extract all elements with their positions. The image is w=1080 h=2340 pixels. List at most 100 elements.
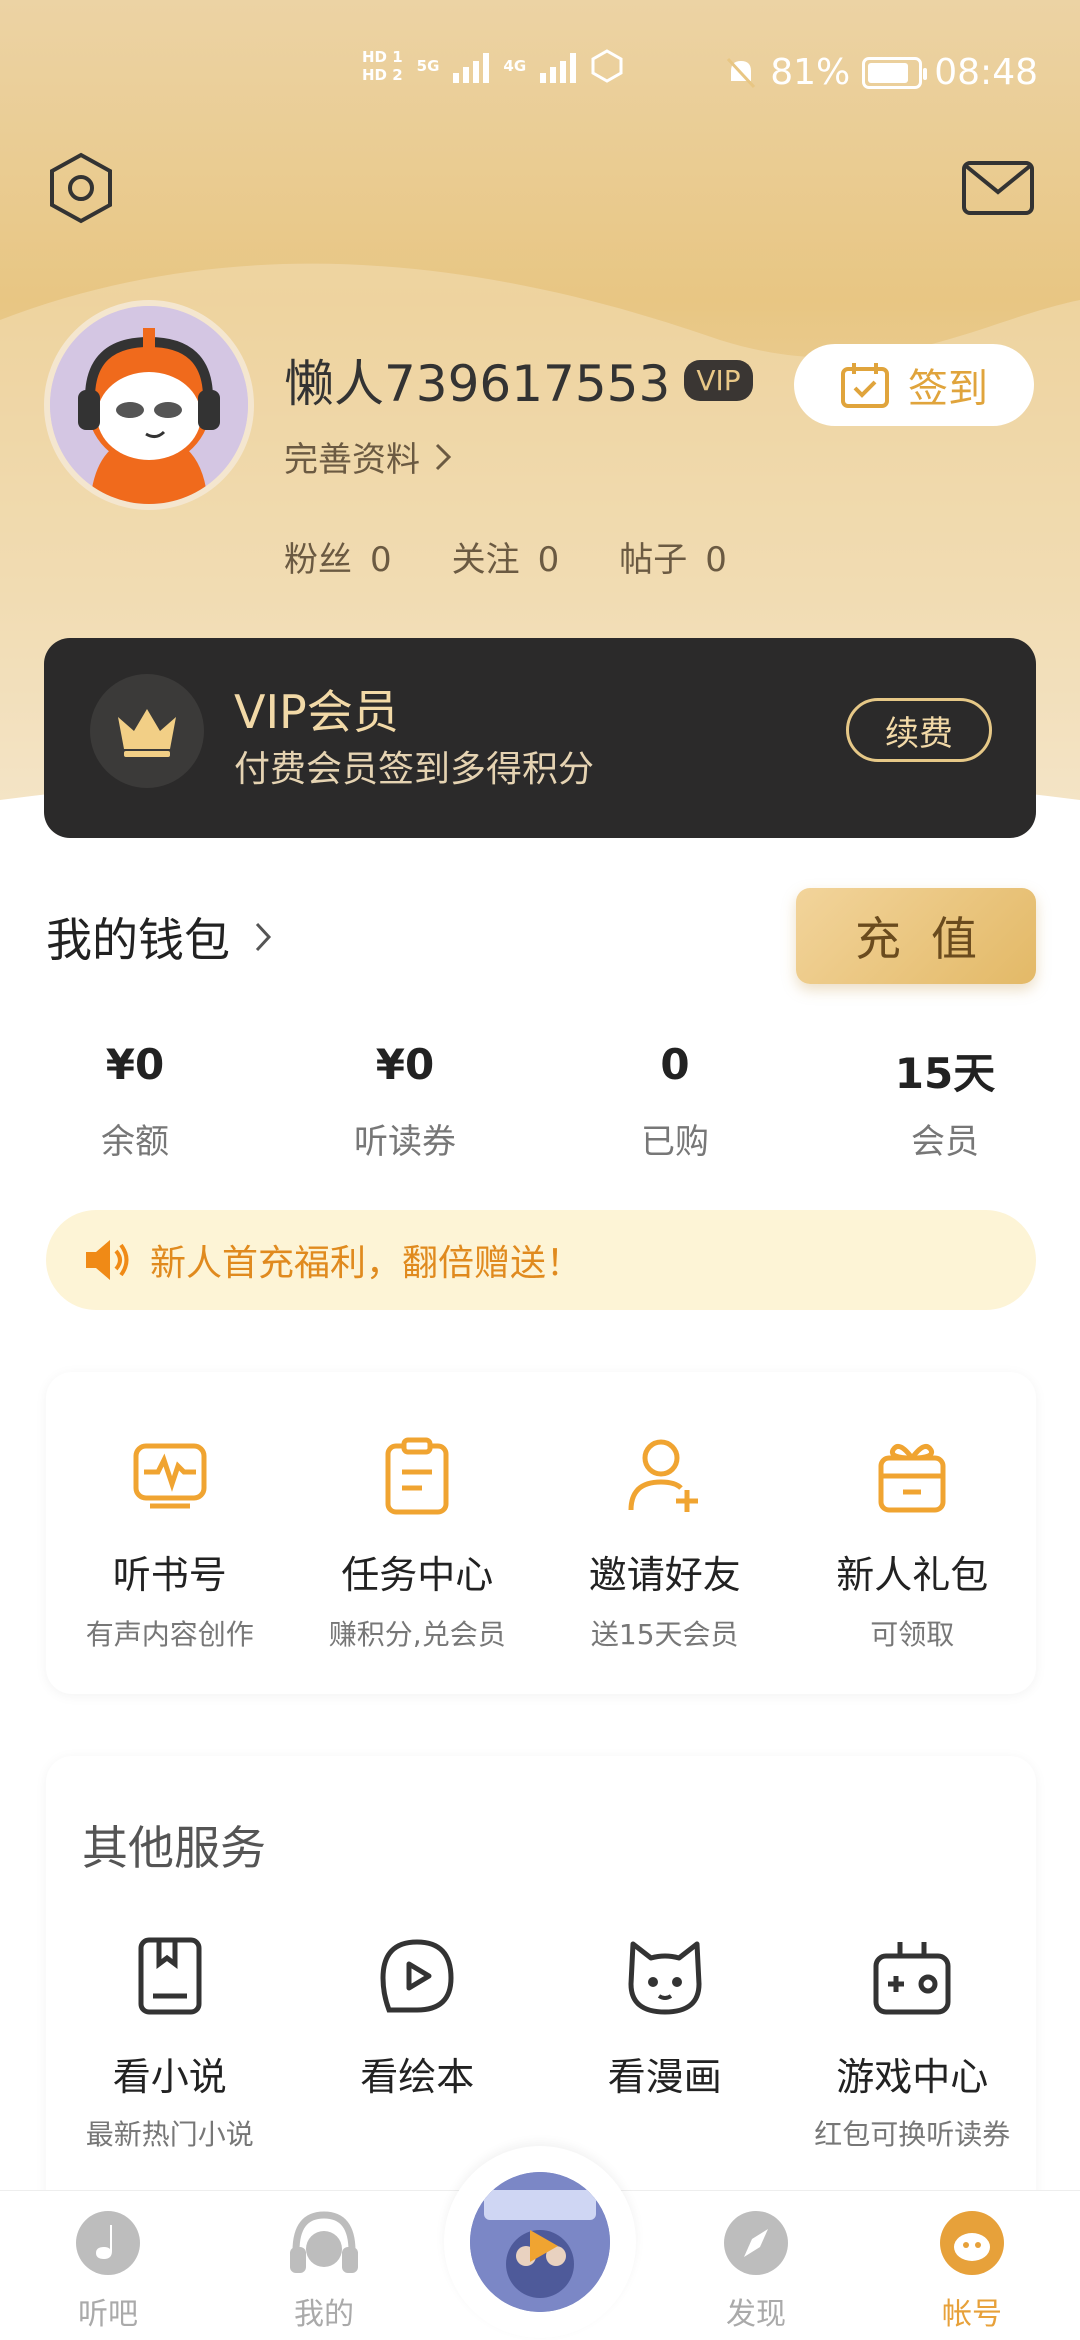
wallet-stats: ¥0 余额 ¥0 听读券 0 已购 15天 会员 xyxy=(0,1040,1080,1163)
gamepad-icon xyxy=(873,1942,951,2015)
stat-following-label: 关注 xyxy=(451,540,520,580)
tab-discover-label: 发现 xyxy=(726,2297,786,2332)
wallet-title: 我的钱包 xyxy=(46,913,230,967)
tab-listen[interactable]: 听吧 xyxy=(0,2191,216,2340)
book-icon xyxy=(138,1937,202,2015)
calendar-check-icon xyxy=(841,363,889,408)
feature-invite-sub: 送15天会员 xyxy=(590,1618,739,1651)
wallet-balance-label: 余额 xyxy=(101,1122,169,1162)
checkin-button[interactable]: 签到 xyxy=(794,344,1034,426)
service-picture-books[interactable]: 看绘本 xyxy=(294,1926,542,2153)
feature-audio-account[interactable]: 听书号 有声内容创作 xyxy=(46,1372,294,1694)
feature-task-center[interactable]: 任务中心 赚积分,兑会员 xyxy=(294,1372,542,1694)
network-5g-label: 5G xyxy=(416,57,440,75)
stat-posts-label: 帖子 xyxy=(619,540,688,580)
wallet-vouchers-value: ¥0 xyxy=(375,1040,435,1089)
battery-icon xyxy=(862,56,928,89)
settings-hexagon-icon xyxy=(50,152,112,224)
vip-membership-card[interactable]: VIP会员 付费会员签到多得积分 续费 xyxy=(44,638,1036,838)
album-cover-image xyxy=(470,2172,610,2312)
service-novels-sub: 最新热门小说 xyxy=(85,2118,254,2151)
mail-icon xyxy=(962,161,1034,215)
avatar-character-icon xyxy=(50,306,248,504)
speaker-icon xyxy=(86,1240,129,1280)
stat-fans-value: 0 xyxy=(370,540,392,580)
stat-following[interactable]: 关注 0 xyxy=(452,532,560,581)
stat-fans[interactable]: 粉丝 0 xyxy=(284,532,392,581)
services-grid: 看小说 最新热门小说 看绘本 看漫画 游戏中心 红包可换听读券 xyxy=(46,1926,1036,2153)
wallet-balance-value: ¥0 xyxy=(105,1040,165,1089)
network-4g-label: 4G xyxy=(503,57,527,75)
tab-account[interactable]: 帐号 xyxy=(864,2191,1080,2340)
renew-button[interactable]: 续费 xyxy=(846,698,992,762)
feature-gift-title: 新人礼包 xyxy=(836,1553,989,1597)
now-playing-cover xyxy=(470,2172,610,2312)
vip-badge: VIP xyxy=(684,359,753,401)
recharge-button[interactable]: 充值 xyxy=(796,888,1036,984)
edit-profile-label: 完善资料 xyxy=(284,440,420,480)
wallet-balance[interactable]: ¥0 余额 xyxy=(0,1040,270,1163)
avatar[interactable] xyxy=(44,300,254,510)
edit-profile-link[interactable]: 完善资料 xyxy=(284,432,452,481)
tab-account-label: 帐号 xyxy=(942,2297,1002,2332)
checkin-label: 签到 xyxy=(908,366,988,412)
messages-button[interactable] xyxy=(960,158,1036,218)
chevron-right-icon xyxy=(255,922,272,952)
service-games-sub: 红包可换听读券 xyxy=(814,2118,1011,2151)
service-comics[interactable]: 看漫画 xyxy=(541,1926,789,2153)
status-bar: HD 1 HD 2 5G 4G 81% 08:48 xyxy=(0,48,1080,108)
tab-mine-label: 我的 xyxy=(294,2297,354,2332)
compass-icon xyxy=(724,2211,788,2275)
services-title: 其他服务 xyxy=(82,1821,266,1875)
play-bubble-icon xyxy=(380,1939,454,2013)
stat-following-value: 0 xyxy=(537,540,560,580)
signal-strength-icon xyxy=(453,49,490,83)
feature-invite-friends[interactable]: 邀请好友 送15天会员 xyxy=(541,1372,789,1694)
stat-fans-label: 粉丝 xyxy=(284,540,352,580)
feature-audio-title: 听书号 xyxy=(112,1553,227,1597)
hotspot-icon xyxy=(591,49,623,83)
wallet-header[interactable]: 我的钱包 xyxy=(46,904,272,970)
vip-title: VIP会员 xyxy=(234,685,399,739)
promo-banner[interactable]: 新人首充福利，翻倍赠送！ xyxy=(46,1210,1036,1310)
wallet-purchased-value: 0 xyxy=(660,1040,690,1089)
crown-icon-wrap xyxy=(90,674,204,788)
stat-posts-value: 0 xyxy=(705,540,727,580)
wallet-purchased[interactable]: 0 已购 xyxy=(540,1040,810,1163)
service-novels[interactable]: 看小说 最新热门小说 xyxy=(46,1926,294,2153)
account-face-icon xyxy=(940,2211,1004,2275)
wallet-purchased-label: 已购 xyxy=(641,1122,709,1162)
stat-posts[interactable]: 帖子 0 xyxy=(619,532,727,581)
tab-listen-label: 听吧 xyxy=(78,2297,138,2332)
service-comics-title: 看漫画 xyxy=(607,2055,722,2099)
service-novels-title: 看小说 xyxy=(112,2055,227,2099)
hd-indicator-icon: HD 1 HD 2 xyxy=(362,48,403,84)
settings-button[interactable] xyxy=(46,150,116,226)
feature-task-sub: 赚积分,兑会员 xyxy=(328,1618,506,1651)
vip-subtitle: 付费会员签到多得积分 xyxy=(234,749,595,790)
music-note-icon xyxy=(76,2211,140,2275)
service-game-center[interactable]: 游戏中心 红包可换听读券 xyxy=(789,1926,1037,2153)
promo-text: 新人首充福利，翻倍赠送！ xyxy=(150,1243,583,1284)
feature-newbie-gift[interactable]: 新人礼包 可领取 xyxy=(789,1372,1037,1694)
feature-task-title: 任务中心 xyxy=(341,1553,494,1597)
clock: 08:48 xyxy=(934,52,1038,93)
mute-bell-icon xyxy=(727,57,756,88)
chevron-right-icon xyxy=(435,443,452,470)
wallet-membership-label: 会员 xyxy=(911,1122,979,1162)
wallet-vouchers-label: 听读券 xyxy=(354,1122,456,1162)
signal-strength-2-icon xyxy=(540,49,577,83)
tab-mine[interactable]: 我的 xyxy=(216,2191,432,2340)
wallet-vouchers[interactable]: ¥0 听读券 xyxy=(270,1040,540,1163)
service-games-title: 游戏中心 xyxy=(836,2055,989,2099)
feature-invite-title: 邀请好友 xyxy=(588,1553,741,1597)
tab-discover[interactable]: 发现 xyxy=(648,2191,864,2340)
wallet-membership[interactable]: 15天 会员 xyxy=(810,1040,1080,1163)
audio-wave-icon xyxy=(133,1443,207,1509)
features-card: 听书号 有声内容创作 任务中心 赚积分,兑会员 邀请好友 送15天会员 新人礼包… xyxy=(46,1372,1036,1694)
headphones-icon xyxy=(290,2211,358,2273)
service-picture-books-title: 看绘本 xyxy=(360,2055,475,2099)
battery-percent: 81% xyxy=(770,52,851,93)
now-playing-button[interactable] xyxy=(444,2146,636,2338)
profile-stats: 粉丝 0 关注 0 帖子 0 xyxy=(284,532,727,581)
